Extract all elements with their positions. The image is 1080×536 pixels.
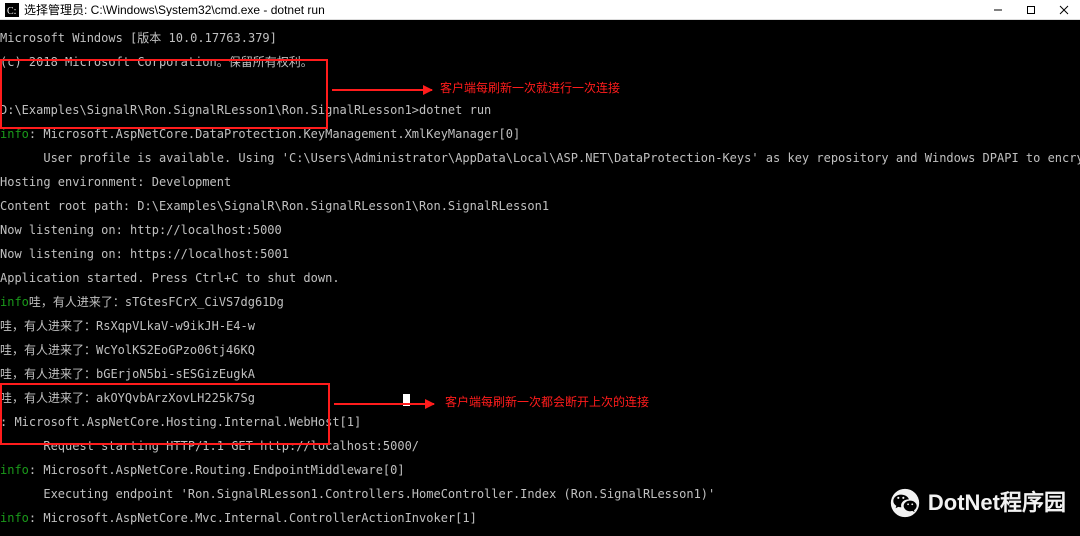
cmd-icon: C: [4,2,20,18]
output-line: Request starting HTTP/1.1 GET http://loc… [0,440,1080,452]
log-level-info: info [0,511,29,525]
console-window: C: 选择管理员: C:\Windows\System32\cmd.exe - … [0,0,1080,536]
annotation-arrow-icon [332,89,432,91]
log-level-info: info [0,127,29,141]
window-controls [981,0,1080,19]
output-line: Application started. Press Ctrl+C to shu… [0,272,1080,284]
output-line: Executing endpoint 'Ron.SignalRLesson1.C… [0,488,1080,500]
log-level-info: info [0,463,29,477]
terminal-output: Microsoft Windows [版本 10.0.17763.379] (c… [0,20,1080,536]
output-line: User profile is available. Using 'C:\Use… [0,152,1080,164]
output-line: (c) 2018 Microsoft Corporation。保留所有权利。 [0,56,1080,68]
output-line: info: Microsoft.AspNetCore.DataProtectio… [0,128,1080,140]
maximize-button[interactable] [1014,0,1047,20]
close-button[interactable] [1047,0,1080,20]
output-line: info: Microsoft.AspNetCore.Mvc.Internal.… [0,512,1080,524]
output-line: 哇，有人进来了：RsXqpVLkaV-w9ikJH-E4-w [0,320,1080,332]
output-line: Now listening on: http://localhost:5000 [0,224,1080,236]
output-line: D:\Examples\SignalR\Ron.SignalRLesson1\R… [0,104,1080,116]
output-line: Now listening on: https://localhost:5001 [0,248,1080,260]
output-line: : Microsoft.AspNetCore.Hosting.Internal.… [0,416,1080,428]
output-line: Hosting environment: Development [0,176,1080,188]
window-title: 选择管理员: C:\Windows\System32\cmd.exe - dot… [24,4,981,16]
output-line: Microsoft Windows [版本 10.0.17763.379] [0,32,1080,44]
annotation-label-1: 客户端每刷新一次就进行一次连接 [440,82,620,94]
output-line: 哇，有人进来了：bGErjoN5bi-sESGizEugkA [0,368,1080,380]
minimize-button[interactable] [981,0,1014,20]
output-line: info: Microsoft.AspNetCore.Routing.Endpo… [0,464,1080,476]
output-line: Content root path: D:\Examples\SignalR\R… [0,200,1080,212]
annotation-arrow-icon [334,403,434,405]
terminal-client-area[interactable]: Microsoft Windows [版本 10.0.17763.379] (c… [0,20,1080,536]
log-level-info: info [0,295,29,309]
svg-text:C:: C: [7,6,16,17]
annotation-label-2: 客户端每刷新一次都会断开上次的连接 [445,396,649,408]
titlebar[interactable]: C: 选择管理员: C:\Windows\System32\cmd.exe - … [0,0,1080,20]
output-line: info哇，有人进来了：sTGtesFCrX_CiVS7dg61Dg [0,296,1080,308]
output-line: 哇，有人进来了：WcYolKS2EoGPzo06tj46KQ [0,344,1080,356]
